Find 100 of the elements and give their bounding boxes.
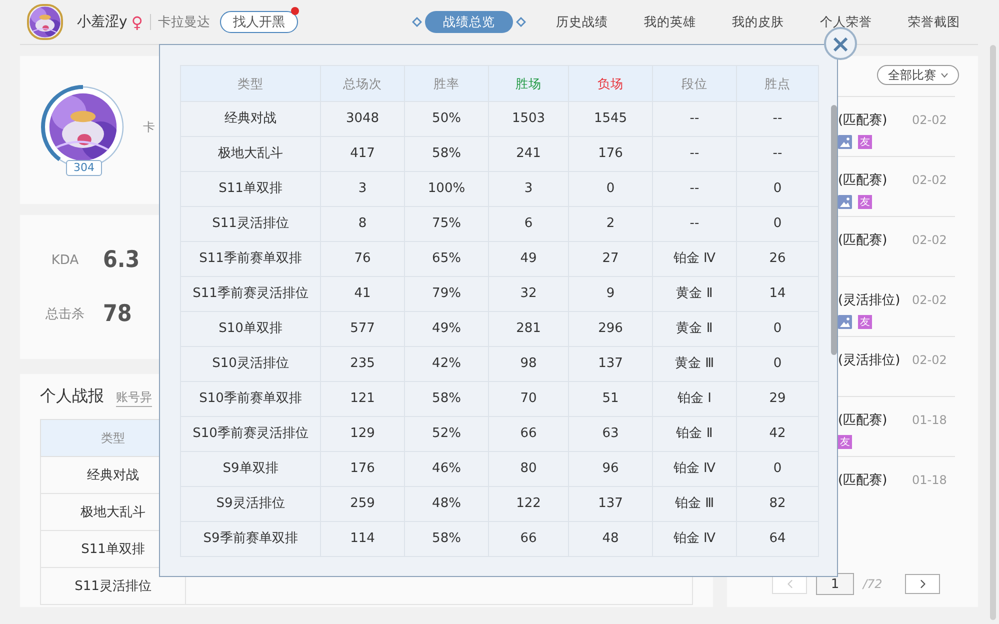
match-mode: (匹配赛)	[838, 412, 888, 429]
table-cell: 0	[736, 452, 818, 486]
table-cell: 49%	[404, 312, 488, 346]
table-cell: 58%	[404, 522, 488, 556]
table-cell: 0	[736, 206, 818, 242]
match-date: 02-02	[912, 293, 947, 307]
table-cell: 0	[736, 172, 818, 206]
table-cell: 黄金 Ⅱ	[652, 276, 736, 312]
table-cell: 63	[568, 416, 652, 452]
stat-label: KDA	[50, 252, 80, 268]
table-cell: S9单双排	[180, 452, 320, 486]
table-cell: 14	[736, 276, 818, 312]
table-cell: 241	[488, 136, 568, 172]
stat-value: 6.3	[103, 247, 140, 273]
table-cell: 1503	[488, 102, 568, 136]
table-cell: 3048	[320, 102, 404, 136]
table-cell: 黄金 Ⅲ	[652, 346, 736, 382]
table-cell: S9灵活排位	[180, 486, 320, 522]
table-cell: 铂金 Ⅱ	[652, 416, 736, 452]
server-name: 卡	[143, 118, 155, 136]
table-cell: S11单双排	[180, 172, 320, 206]
table-cell: 极地大乱斗	[180, 136, 320, 172]
table-cell: 52%	[404, 416, 488, 452]
match-mode: (灵活排位)	[838, 292, 902, 309]
close-button[interactable]: ×	[824, 27, 857, 60]
column-header: 总场次	[320, 66, 404, 102]
level-badge: 304	[66, 160, 102, 176]
scrollbar[interactable]	[990, 45, 996, 620]
table-cell: 76	[320, 242, 404, 276]
table-cell: S10季前赛灵活排位	[180, 416, 320, 452]
table-cell: --	[652, 102, 736, 136]
table-cell: 42%	[404, 346, 488, 382]
table-cell: S10单双排	[180, 312, 320, 346]
table-cell: 281	[488, 312, 568, 346]
table-cell: 6	[488, 206, 568, 242]
column-header: 段位	[652, 66, 736, 102]
table-cell: 96	[568, 452, 652, 486]
table-cell: --	[736, 136, 818, 172]
match-mode: (匹配赛)	[838, 172, 888, 189]
match-date: 01-18	[912, 473, 947, 487]
table-cell: --	[652, 172, 736, 206]
table-cell: --	[736, 102, 818, 136]
table-cell: 98	[488, 346, 568, 382]
table-cell: 42	[736, 416, 818, 452]
page-total: /72	[863, 577, 882, 591]
match-filter-dropdown[interactable]: 全部比赛	[877, 65, 959, 85]
diamond-icon	[516, 17, 526, 27]
nav-tab[interactable]: 荣誉截图	[890, 11, 978, 33]
stat-label: 总击杀	[44, 306, 86, 323]
table-cell: 66	[488, 416, 568, 452]
nav-tab[interactable]: 我的皮肤	[714, 11, 802, 33]
table-cell: 137	[568, 346, 652, 382]
table-cell: 8	[320, 206, 404, 242]
match-date: 02-02	[912, 113, 947, 127]
caret-icon	[941, 72, 948, 78]
table-cell: 3	[320, 172, 404, 206]
table-cell: S10灵活排位	[180, 346, 320, 382]
table-cell: S10季前赛单双排	[180, 382, 320, 416]
column-header: 负场	[568, 66, 652, 102]
table-cell: S11季前赛单双排	[180, 242, 320, 276]
table-cell: 黄金 Ⅱ	[652, 312, 736, 346]
table-cell: 100%	[404, 172, 488, 206]
table-cell: 0	[568, 172, 652, 206]
table-cell: 75%	[404, 206, 488, 242]
table-cell: 2	[568, 206, 652, 242]
scrollbar[interactable]	[831, 105, 837, 355]
friend-tag: 友	[858, 195, 872, 209]
table-cell: 铂金 Ⅳ	[652, 452, 736, 486]
match-date: 02-02	[912, 173, 947, 187]
table-cell: 82	[736, 486, 818, 522]
friend-tag: 友	[838, 435, 852, 449]
table-cell: 79%	[404, 276, 488, 312]
table-cell: 129	[320, 416, 404, 452]
table-cell: 经典对战	[180, 102, 320, 136]
table-cell: 1545	[568, 102, 652, 136]
table-cell: 铂金 Ⅳ	[652, 242, 736, 276]
column-header: 类型	[180, 66, 320, 102]
table-cell: 114	[320, 522, 404, 556]
table-cell: 铂金 Ⅳ	[652, 522, 736, 556]
table-cell: 0	[736, 346, 818, 382]
match-mode: (匹配赛)	[838, 232, 888, 249]
table-cell: 铂金 Ⅰ	[652, 382, 736, 416]
table-cell: 176	[568, 136, 652, 172]
table-cell: 65%	[404, 242, 488, 276]
table-cell: --	[652, 136, 736, 172]
table-cell: 50%	[404, 102, 488, 136]
match-date: 02-02	[912, 353, 947, 367]
next-page-button[interactable]	[905, 574, 940, 594]
friend-tag: 友	[858, 315, 872, 329]
table-cell: 41	[320, 276, 404, 312]
table-cell: 46%	[404, 452, 488, 486]
table-cell: 49	[488, 242, 568, 276]
table-cell: S11季前赛灵活排位	[180, 276, 320, 312]
nav-tab[interactable]: 历史战绩	[538, 11, 626, 33]
table-cell: 66	[488, 522, 568, 556]
table-cell: 铂金 Ⅲ	[652, 486, 736, 522]
table-cell: 577	[320, 312, 404, 346]
match-date: 02-02	[912, 233, 947, 247]
nav-tab[interactable]: 我的英雄	[626, 11, 714, 33]
table-cell: 64	[736, 522, 818, 556]
